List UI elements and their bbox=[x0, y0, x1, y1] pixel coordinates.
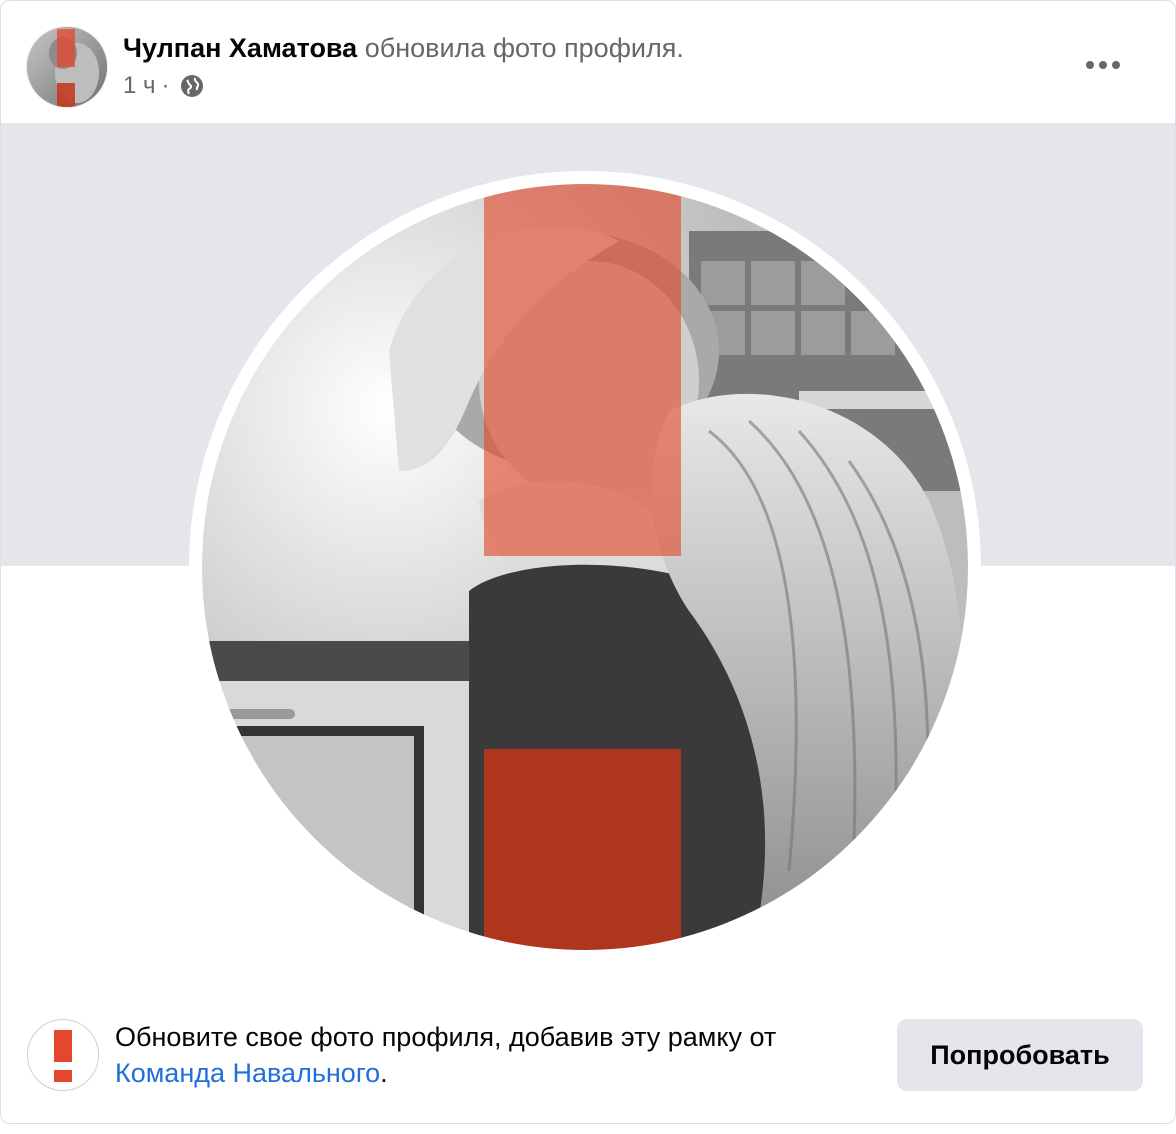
exclamation-frame-icon[interactable] bbox=[27, 1019, 99, 1091]
frame-promo: Обновите свое фото профиля, добавив эту … bbox=[1, 1001, 1175, 1123]
try-frame-button[interactable]: Попробовать bbox=[897, 1019, 1143, 1091]
frame-author-link[interactable]: Команда Навального bbox=[115, 1058, 380, 1088]
post-meta: 1 ч · bbox=[123, 71, 204, 101]
author-name[interactable]: Чулпан Хаматова bbox=[123, 33, 357, 63]
post-card: Чулпан Хаматова обновила фото профиля. 1… bbox=[0, 0, 1176, 1124]
meta-separator: · bbox=[161, 72, 170, 99]
post-media bbox=[1, 123, 1175, 1001]
frame-promo-end: . bbox=[380, 1058, 388, 1088]
post-action-text: обновила фото профиля. bbox=[364, 33, 684, 63]
more-options-icon bbox=[1086, 61, 1120, 69]
frame-promo-prompt: Обновите свое фото профиля, добавив эту … bbox=[115, 1022, 777, 1052]
post-header: Чулпан Хаматова обновила фото профиля. 1… bbox=[1, 1, 1175, 123]
post-timestamp[interactable]: 1 ч bbox=[123, 71, 156, 101]
more-options-button[interactable] bbox=[1081, 47, 1125, 83]
profile-photo[interactable] bbox=[189, 171, 981, 963]
frame-promo-text: Обновите свое фото профиля, добавив эту … bbox=[115, 1019, 885, 1091]
avatar-image bbox=[27, 27, 107, 107]
profile-photo-image bbox=[189, 171, 981, 963]
author-avatar[interactable] bbox=[27, 27, 107, 107]
globe-icon[interactable] bbox=[180, 74, 204, 98]
author-line: Чулпан Хаматова обновила фото профиля. bbox=[123, 31, 684, 65]
